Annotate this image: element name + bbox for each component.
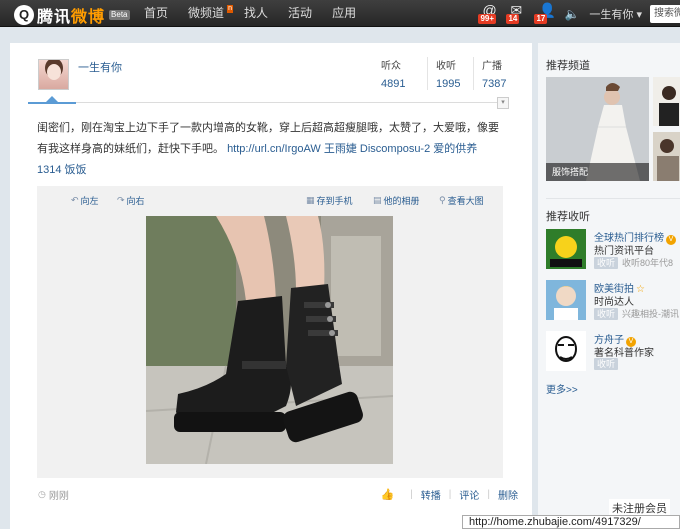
post-media: ↶ 向左 ↷ 向右 ▦ 存到手机 ▤ 他的相册 ⚲ 查看大图: [37, 186, 503, 478]
account-desc: 热门资讯平台: [594, 246, 654, 257]
repost-button[interactable]: 转播: [421, 487, 441, 502]
main-nav: 首页 微频道 n 找人 活动 应用: [134, 0, 366, 27]
avatar[interactable]: [38, 59, 69, 90]
mentions-count-badge: 99+: [478, 14, 497, 24]
post-author-name[interactable]: 一生有你: [78, 59, 122, 75]
account-desc: 著名科普作家: [594, 348, 654, 359]
album-button[interactable]: ▤ 他的相册: [373, 194, 420, 207]
boots-photo-illustration: [146, 216, 393, 464]
more-link[interactable]: 更多>>: [546, 381, 578, 396]
save-to-phone-button[interactable]: ▦ 存到手机: [306, 194, 353, 207]
rotate-left-button[interactable]: ↶ 向左: [71, 194, 99, 207]
user-menu[interactable]: 一生有你 ▾: [589, 6, 642, 22]
tencent-weibo-logo[interactable]: Q 腾讯微博 Beta: [14, 3, 130, 27]
mentions-button[interactable]: @ 99+: [476, 0, 502, 27]
divider: [546, 198, 680, 199]
beta-badge: Beta: [109, 10, 130, 20]
nav-events[interactable]: 活动: [278, 0, 322, 27]
nav-home[interactable]: 首页: [134, 0, 178, 27]
clock-icon: ◷: [38, 489, 46, 499]
divider-highlight: [28, 102, 76, 104]
stat-broadcasts[interactable]: 广播 7387: [473, 57, 519, 90]
stat-listeners[interactable]: 听众 4891: [381, 57, 427, 90]
author-stats: 听众 4891 收听 1995 广播 7387: [373, 57, 519, 90]
followers-count-badge: 17: [534, 14, 548, 24]
avatar[interactable]: [546, 280, 586, 320]
media-toolbar: ↶ 向左 ↷ 向右 ▦ 存到手机 ▤ 他的相册 ⚲ 查看大图: [37, 194, 503, 208]
right-sidebar: 推荐频道 服饰搭配 推荐收听 全球热门排行榜 V 热门资讯平台 收听 收听80年代…: [538, 43, 680, 529]
qr-code-icon: ▦: [306, 195, 315, 205]
channel-thumbnail[interactable]: [653, 132, 680, 181]
post-time: ◷ 刚刚: [38, 489, 69, 502]
rotate-left-icon: ↶: [71, 195, 79, 205]
divider-pointer: [46, 96, 58, 102]
stat-following[interactable]: 收听 1995: [427, 57, 473, 90]
logo-text: 腾讯微博: [37, 9, 106, 26]
post-action-bar: ◷ 刚刚 👍 | 转播 | 评论 | 删除: [28, 487, 518, 503]
nav-find-people[interactable]: 找人: [234, 0, 278, 27]
recommended-account: 方舟子 V 著名科普作家 收听: [546, 331, 680, 375]
search-input[interactable]: 搜索微: [650, 4, 680, 23]
recommended-follow-title: 推荐收听: [546, 211, 590, 223]
verified-icon: V: [666, 235, 676, 245]
avatar[interactable]: [546, 331, 586, 371]
account-sub: 收听80年代8: [622, 258, 674, 268]
magnifier-icon: ⚲: [439, 195, 446, 205]
nav-channels[interactable]: 微频道 n: [178, 0, 234, 27]
album-icon: ▤: [373, 195, 382, 205]
star-icon: ☆: [636, 284, 645, 295]
account-desc: 时尚达人: [594, 297, 634, 308]
channel-caption: 服饰搭配: [546, 163, 649, 181]
new-tag-badge: n: [227, 5, 234, 13]
delete-button[interactable]: 删除: [498, 487, 518, 502]
follow-button[interactable]: 收听: [594, 256, 619, 269]
recommended-channel-card[interactable]: 服饰搭配: [546, 77, 649, 181]
nav-apps[interactable]: 应用: [322, 0, 366, 27]
follow-button[interactable]: 收听: [594, 358, 619, 370]
recommended-account: 欧美街拍 ☆ 时尚达人 收听 兴趣相投-潮讯: [546, 280, 680, 324]
messages-count-badge: 14: [506, 14, 520, 24]
collapse-button[interactable]: ▾: [497, 97, 509, 109]
account-sub: 兴趣相投-潮讯: [622, 309, 680, 319]
follow-button[interactable]: 收听: [594, 307, 619, 320]
post-content: 闺密们，刚在淘宝上边下手了一款内增高的女靴，穿上后超高超瘦腿哦，太赞了，大爱哦，…: [37, 118, 503, 181]
rotate-right-icon: ↷: [117, 195, 125, 205]
recommended-account: 全球热门排行榜 V 热门资讯平台 收听 收听80年代8: [546, 229, 680, 273]
channel-thumbnail[interactable]: [653, 77, 680, 126]
like-icon[interactable]: 👍: [380, 488, 394, 501]
comment-button[interactable]: 评论: [459, 487, 479, 502]
post-photo-boots[interactable]: [146, 216, 393, 464]
avatar[interactable]: [546, 229, 586, 269]
view-large-button[interactable]: ⚲ 查看大图: [439, 194, 484, 207]
rotate-right-button[interactable]: ↷ 向右: [117, 194, 145, 207]
divider: [28, 102, 508, 103]
weibo-post-card: 一生有你 听众 4891 收听 1995 广播 7387 ▾ 闺密们，刚在淘宝上…: [10, 43, 532, 529]
logo-mark-icon: Q: [14, 5, 34, 25]
top-navigation-bar: Q 腾讯微博 Beta 首页 微频道 n 找人 活动 应用 @ 99+ ✉ 14 …: [0, 0, 680, 27]
followers-button[interactable]: 👤 17: [532, 0, 558, 27]
top-right-tools: @ 99+ ✉ 14 👤 17 🔈 一生有你 ▾ 搜索微: [476, 0, 680, 27]
post-actions: 👍 | 转播 | 评论 | 删除: [380, 487, 518, 502]
recommended-channels-title: 推荐频道: [546, 60, 590, 72]
volume-icon[interactable]: 🔈: [564, 7, 579, 21]
messages-button[interactable]: ✉ 14: [504, 0, 530, 27]
browser-status-bar: http://home.zhubajie.com/4917329/: [462, 515, 680, 529]
